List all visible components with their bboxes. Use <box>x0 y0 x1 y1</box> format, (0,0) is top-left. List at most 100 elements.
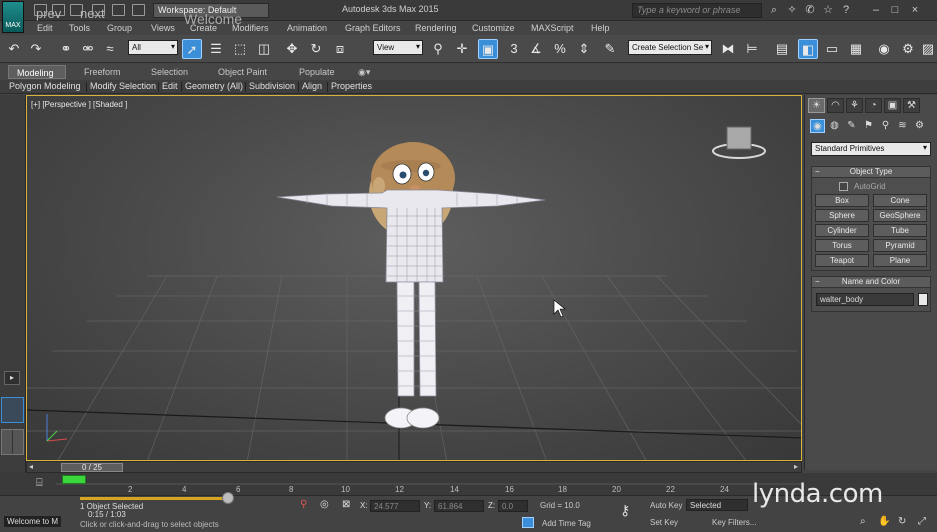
viewport-layout-quad-icon[interactable] <box>1 429 24 455</box>
menu-animation[interactable]: Animation <box>287 23 327 33</box>
systems-category-icon[interactable]: ⚙ <box>912 119 927 133</box>
ribbon-geometry-all[interactable]: Geometry (All) <box>185 81 243 91</box>
menu-tools[interactable]: Tools <box>69 23 90 33</box>
lock-selection-icon[interactable]: ⚲ <box>300 499 307 510</box>
redo-icon[interactable]: ↷ <box>26 39 46 59</box>
create-tab-icon[interactable]: ☀ <box>808 98 825 113</box>
communication-icon[interactable]: ✆ <box>804 4 816 16</box>
maximize-viewport-icon[interactable]: ⤢ <box>918 516 926 527</box>
project-folder-icon[interactable] <box>132 4 145 16</box>
select-manipulate-icon[interactable]: ✛ <box>452 39 472 59</box>
menu-customize[interactable]: Customize <box>472 23 515 33</box>
welcome-tab[interactable]: Welcome to M <box>4 516 61 527</box>
menu-rendering[interactable]: Rendering <box>415 23 457 33</box>
ribbon-properties[interactable]: Properties <box>331 81 372 91</box>
menu-graph-editors[interactable]: Graph Editors <box>345 23 401 33</box>
selected-keyframe[interactable] <box>62 475 86 484</box>
lights-category-icon[interactable]: ✎ <box>844 119 859 133</box>
snaps-toggle-icon[interactable]: 3 <box>504 39 524 59</box>
tab-populate[interactable]: Populate <box>291 65 343 79</box>
tab-modeling[interactable]: Modeling <box>8 65 66 79</box>
menu-help[interactable]: Help <box>591 23 610 33</box>
ribbon-polygon-modeling[interactable]: Polygon Modeling <box>9 81 81 91</box>
unlink-icon[interactable]: ⚮ <box>78 39 98 59</box>
ribbon-modify-selection[interactable]: Modify Selection <box>90 81 156 91</box>
isolate-selection-icon[interactable]: ◎ <box>320 499 329 510</box>
plane-button[interactable]: Plane <box>873 254 927 267</box>
utilities-tab-icon[interactable]: ⚒ <box>903 98 920 113</box>
select-by-name-icon[interactable]: ☰ <box>206 39 226 59</box>
modify-tab-icon[interactable]: ◠ <box>827 98 844 113</box>
curve-editor-icon[interactable]: ▦ <box>846 39 866 59</box>
set-key-icon[interactable]: ⚷ <box>620 502 630 519</box>
expand-layout-icon[interactable]: ▸ <box>4 371 20 385</box>
render-frame-icon[interactable]: ▨ <box>918 39 937 59</box>
ribbon-toggle-icon[interactable]: ▭ <box>822 39 842 59</box>
bind-space-warp-icon[interactable]: ≈ <box>100 39 120 59</box>
motion-tab-icon[interactable]: ◔ <box>865 98 882 113</box>
maximize-icon[interactable]: □ <box>889 4 901 16</box>
cameras-category-icon[interactable]: ⚑ <box>861 119 876 133</box>
shapes-category-icon[interactable]: ◍ <box>827 119 842 133</box>
menu-views[interactable]: Views <box>151 23 175 33</box>
tab-selection[interactable]: Selection <box>143 65 196 79</box>
ribbon-options-icon[interactable]: ◉▾ <box>350 65 378 79</box>
percent-snap-icon[interactable]: % <box>550 39 570 59</box>
selection-filter-dropdown[interactable]: All <box>128 40 178 55</box>
object-type-rollout-header[interactable]: Object Type <box>811 166 931 178</box>
zoom-icon[interactable]: ⌕ <box>860 516 866 527</box>
sphere-button[interactable]: Sphere <box>815 209 869 222</box>
undo-icon[interactable]: ↶ <box>4 39 24 59</box>
search-icon[interactable]: ⌕ <box>768 4 780 16</box>
orbit-icon[interactable]: ↻ <box>898 516 906 527</box>
helpers-category-icon[interactable]: ⚲ <box>878 119 893 133</box>
tab-object-paint[interactable]: Object Paint <box>210 65 275 79</box>
x-coord-field[interactable]: 24.577 <box>370 500 420 512</box>
geosphere-button[interactable]: GeoSphere <box>873 209 927 222</box>
move-icon[interactable]: ✥ <box>282 39 302 59</box>
y-coord-field[interactable]: 61.864 <box>434 500 484 512</box>
next-overlay-text[interactable]: next <box>80 6 105 21</box>
reference-coordinate-dropdown[interactable]: View <box>373 40 423 55</box>
teapot-button[interactable]: Teapot <box>815 254 869 267</box>
app-logo[interactable]: MAX <box>2 1 24 33</box>
help-icon[interactable]: ? <box>840 4 852 16</box>
name-and-color-rollout-header[interactable]: Name and Color <box>811 276 931 288</box>
tube-button[interactable]: Tube <box>873 224 927 237</box>
auto-key-button[interactable]: Auto Key <box>650 501 682 510</box>
subscription-icon[interactable]: ✧ <box>786 4 798 16</box>
time-slider-thumb[interactable]: 0 / 25 <box>61 463 123 472</box>
link-icon[interactable]: ⚭ <box>56 39 76 59</box>
video-progress-bar[interactable] <box>80 497 230 500</box>
ribbon-subdivision[interactable]: Subdivision <box>249 81 295 91</box>
scene-explorer-icon[interactable]: ▤ <box>772 39 792 59</box>
cylinder-button[interactable]: Cylinder <box>815 224 869 237</box>
material-editor-icon[interactable]: ◉ <box>874 39 894 59</box>
key-filters-button[interactable]: Key Filters... <box>712 518 756 527</box>
favorites-icon[interactable]: ☆ <box>822 4 834 16</box>
menu-group[interactable]: Group <box>107 23 132 33</box>
named-selection-sets-dropdown[interactable]: Create Selection Se <box>628 40 712 55</box>
cone-button[interactable]: Cone <box>873 194 927 207</box>
spinner-snap-icon[interactable]: ⇕ <box>574 39 594 59</box>
layer-manager-icon[interactable]: ◧ <box>798 39 818 59</box>
menu-modifiers[interactable]: Modifiers <box>232 23 269 33</box>
autogrid-checkbox[interactable] <box>839 182 848 191</box>
edit-named-selection-icon[interactable]: ✎ <box>600 39 620 59</box>
ribbon-align[interactable]: Align <box>302 81 322 91</box>
keyboard-shortcut-override-icon[interactable]: ▣ <box>478 39 498 59</box>
mini-curve-editor-icon[interactable]: ⌸ <box>36 477 50 489</box>
primitive-type-dropdown[interactable]: Standard Primitives <box>811 142 931 156</box>
mirror-icon[interactable]: ⧓ <box>718 39 738 59</box>
pivot-center-icon[interactable]: ⚲ <box>428 39 448 59</box>
render-setup-icon[interactable]: ⚙ <box>898 39 918 59</box>
tab-freeform[interactable]: Freeform <box>76 65 129 79</box>
angle-snap-icon[interactable]: ∡ <box>526 39 546 59</box>
menu-create[interactable]: Create <box>190 23 217 33</box>
space-warps-category-icon[interactable]: ≋ <box>895 119 910 133</box>
rectangular-selection-icon[interactable]: ⬚ <box>230 39 250 59</box>
add-time-tag-button[interactable]: Add Time Tag <box>542 519 591 528</box>
perspective-viewport[interactable]: [+] [Perspective ] [Shaded ] <box>26 95 802 461</box>
object-color-swatch[interactable] <box>918 293 928 306</box>
window-crossing-icon[interactable]: ◫ <box>254 39 274 59</box>
